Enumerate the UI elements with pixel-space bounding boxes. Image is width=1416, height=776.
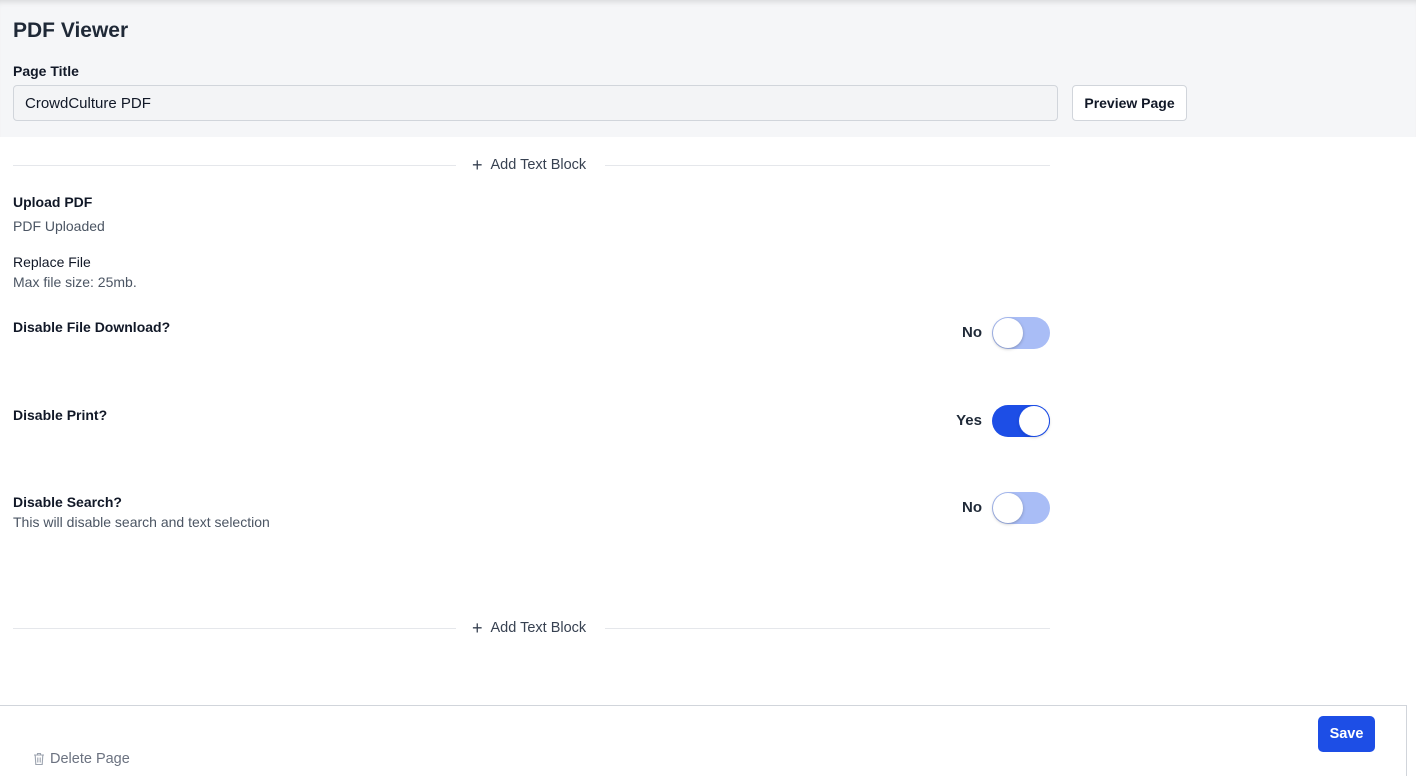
disable-download-label: Disable File Download? [13,319,171,335]
add-text-block-button-bottom[interactable]: + Add Text Block [470,618,588,638]
disable-search-toggle[interactable] [992,492,1050,524]
toggle-knob [993,493,1023,523]
add-text-block-row-top: + Add Text Block [13,155,1050,175]
divider-line [13,628,456,629]
save-button[interactable]: Save [1318,716,1375,752]
divider-line [605,628,1050,629]
disable-print-toggle[interactable] [992,405,1050,437]
page-heading: PDF Viewer [13,19,129,42]
upload-status: PDF Uploaded [13,218,105,234]
delete-page-label: Delete Page [50,751,130,767]
delete-page-button[interactable]: Delete Page [33,751,130,767]
page-title-input[interactable] [13,85,1058,121]
toggle-knob [1019,406,1049,436]
plus-icon: + [472,618,483,638]
page-title-label: Page Title [13,63,79,79]
toggle-knob [993,318,1023,348]
disable-download-toggle-row: No [940,317,1050,349]
add-text-block-label: Add Text Block [490,620,587,636]
preview-page-button[interactable]: Preview Page [1072,85,1187,121]
disable-download-toggle[interactable] [992,317,1050,349]
disable-search-description: This will disable search and text select… [13,514,270,530]
divider-line [605,165,1050,166]
add-text-block-row-bottom: + Add Text Block [13,618,1050,638]
disable-print-label: Disable Print? [13,407,108,423]
disable-search-label: Disable Search? [13,494,122,510]
disable-search-value: No [962,499,982,516]
disable-download-value: No [962,324,982,341]
add-text-block-button-top[interactable]: + Add Text Block [470,155,588,175]
trash-icon [34,752,44,766]
max-file-size-hint: Max file size: 25mb. [13,274,137,290]
upload-pdf-label: Upload PDF [13,194,93,210]
disable-print-toggle-row: Yes [940,405,1050,437]
page-header: PDF Viewer Page Title Preview Page [0,0,1416,137]
divider-line [13,165,456,166]
page-footer: Save Delete Page [0,705,1407,776]
plus-icon: + [472,155,483,175]
disable-print-value: Yes [956,412,982,429]
disable-search-toggle-row: No [940,492,1050,524]
add-text-block-label: Add Text Block [490,157,587,173]
replace-file-link[interactable]: Replace File [13,254,91,270]
